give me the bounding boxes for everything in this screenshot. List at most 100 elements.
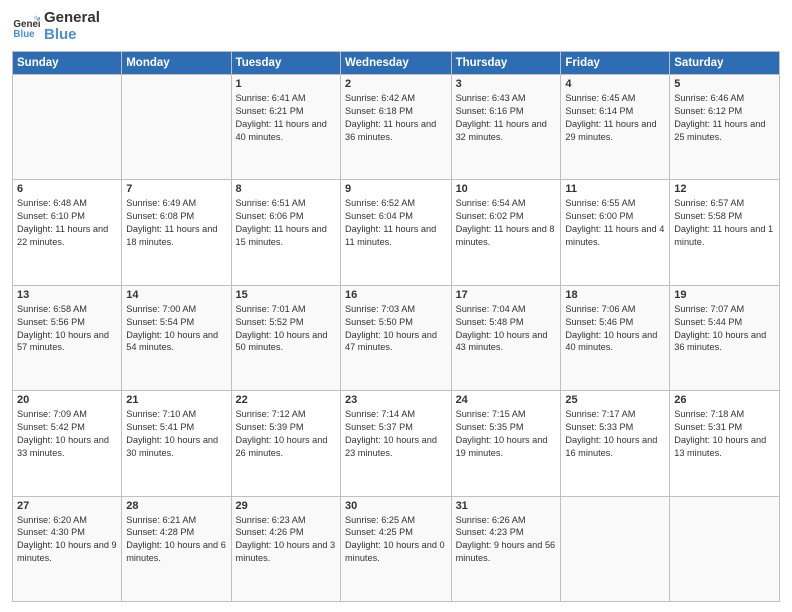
logo-text-line1: General xyxy=(44,10,100,27)
day-info: Sunrise: 7:00 AM Sunset: 5:54 PM Dayligh… xyxy=(126,303,226,355)
day-info: Sunrise: 6:25 AM Sunset: 4:25 PM Dayligh… xyxy=(345,514,447,566)
calendar-header-saturday: Saturday xyxy=(670,52,780,75)
day-info: Sunrise: 7:01 AM Sunset: 5:52 PM Dayligh… xyxy=(236,303,336,355)
calendar-cell: 18Sunrise: 7:06 AM Sunset: 5:46 PM Dayli… xyxy=(561,285,670,390)
day-number: 11 xyxy=(565,183,665,195)
logo-icon: General Blue xyxy=(12,13,40,41)
calendar-cell: 29 Sunrise: 6:23 AM Sunset: 4:26 PM Dayli… xyxy=(231,496,340,601)
day-number: 28 xyxy=(126,500,226,512)
day-info: Sunrise: 6:43 AM Sunset: 6:16 PM Dayligh… xyxy=(456,92,557,144)
calendar-week-5: 27 Sunrise: 6:20 AM Sunset: 4:30 PM Dayli… xyxy=(13,496,780,601)
calendar-cell: 13 Sunrise: 6:58 AM Sunset: 5:56 PM Dayli… xyxy=(13,285,122,390)
day-number: 9 xyxy=(345,183,447,195)
day-info: Sunrise: 6:26 AM Sunset: 4:23 PM Dayligh… xyxy=(456,514,557,566)
calendar-cell: 3 Sunrise: 6:43 AM Sunset: 6:16 PM Daylig… xyxy=(451,75,561,180)
day-number: 12 xyxy=(674,183,775,195)
day-info: Sunrise: 7:06 AM Sunset: 5:46 PM Dayligh… xyxy=(565,303,665,355)
calendar-cell: 10 Sunrise: 6:54 AM Sunset: 6:02 PM Dayli… xyxy=(451,180,561,285)
calendar-cell: 9Sunrise: 6:52 AM Sunset: 6:04 PM Daylig… xyxy=(341,180,452,285)
calendar-cell xyxy=(13,75,122,180)
calendar-table: SundayMondayTuesdayWednesdayThursdayFrid… xyxy=(12,51,780,602)
svg-text:Blue: Blue xyxy=(13,28,35,39)
calendar-cell: 14 Sunrise: 7:00 AM Sunset: 5:54 PM Dayli… xyxy=(122,285,231,390)
calendar-cell: 30 Sunrise: 6:25 AM Sunset: 4:25 PM Dayli… xyxy=(341,496,452,601)
calendar-cell: 22 Sunrise: 7:12 AM Sunset: 5:39 PM Dayli… xyxy=(231,391,340,496)
calendar-cell: 28 Sunrise: 6:21 AM Sunset: 4:28 PM Dayli… xyxy=(122,496,231,601)
day-number: 24 xyxy=(456,394,557,406)
calendar-cell: 4 Sunrise: 6:45 AM Sunset: 6:14 PM Daylig… xyxy=(561,75,670,180)
logo: General Blue General Blue xyxy=(12,10,100,43)
day-info: Sunrise: 6:51 AM Sunset: 6:06 PM Dayligh… xyxy=(236,197,336,249)
day-number: 30 xyxy=(345,500,447,512)
calendar-header-sunday: Sunday xyxy=(13,52,122,75)
calendar-header-tuesday: Tuesday xyxy=(231,52,340,75)
calendar-week-3: 13 Sunrise: 6:58 AM Sunset: 5:56 PM Dayli… xyxy=(13,285,780,390)
day-number: 4 xyxy=(565,78,665,90)
calendar-cell: 20 Sunrise: 7:09 AM Sunset: 5:42 PM Dayli… xyxy=(13,391,122,496)
day-info: Sunrise: 6:46 AM Sunset: 6:12 PM Dayligh… xyxy=(674,92,775,144)
calendar-header-row: SundayMondayTuesdayWednesdayThursdayFrid… xyxy=(13,52,780,75)
day-number: 31 xyxy=(456,500,557,512)
day-info: Sunrise: 6:20 AM Sunset: 4:30 PM Dayligh… xyxy=(17,514,117,566)
day-number: 22 xyxy=(236,394,336,406)
day-number: 13 xyxy=(17,289,117,301)
day-number: 14 xyxy=(126,289,226,301)
day-number: 23 xyxy=(345,394,447,406)
day-info: Sunrise: 7:18 AM Sunset: 5:31 PM Dayligh… xyxy=(674,408,775,460)
day-number: 10 xyxy=(456,183,557,195)
calendar-cell: 7Sunrise: 6:49 AM Sunset: 6:08 PM Daylig… xyxy=(122,180,231,285)
calendar-cell xyxy=(561,496,670,601)
day-info: Sunrise: 6:58 AM Sunset: 5:56 PM Dayligh… xyxy=(17,303,117,355)
day-info: Sunrise: 6:55 AM Sunset: 6:00 PM Dayligh… xyxy=(565,197,665,249)
day-info: Sunrise: 7:12 AM Sunset: 5:39 PM Dayligh… xyxy=(236,408,336,460)
calendar-header-monday: Monday xyxy=(122,52,231,75)
day-number: 20 xyxy=(17,394,117,406)
day-number: 2 xyxy=(345,78,447,90)
day-number: 6 xyxy=(17,183,117,195)
day-info: Sunrise: 7:17 AM Sunset: 5:33 PM Dayligh… xyxy=(565,408,665,460)
calendar-cell xyxy=(670,496,780,601)
calendar-cell: 31 Sunrise: 6:26 AM Sunset: 4:23 PM Dayli… xyxy=(451,496,561,601)
day-number: 25 xyxy=(565,394,665,406)
day-info: Sunrise: 7:14 AM Sunset: 5:37 PM Dayligh… xyxy=(345,408,447,460)
calendar-week-4: 20 Sunrise: 7:09 AM Sunset: 5:42 PM Dayli… xyxy=(13,391,780,496)
day-info: Sunrise: 6:23 AM Sunset: 4:26 PM Dayligh… xyxy=(236,514,336,566)
calendar-cell: 8 Sunrise: 6:51 AM Sunset: 6:06 PM Daylig… xyxy=(231,180,340,285)
calendar-cell: 5 Sunrise: 6:46 AM Sunset: 6:12 PM Daylig… xyxy=(670,75,780,180)
day-info: Sunrise: 6:54 AM Sunset: 6:02 PM Dayligh… xyxy=(456,197,557,249)
calendar-cell: 2 Sunrise: 6:42 AM Sunset: 6:18 PM Daylig… xyxy=(341,75,452,180)
day-info: Sunrise: 6:42 AM Sunset: 6:18 PM Dayligh… xyxy=(345,92,447,144)
day-number: 8 xyxy=(236,183,336,195)
day-info: Sunrise: 7:09 AM Sunset: 5:42 PM Dayligh… xyxy=(17,408,117,460)
day-info: Sunrise: 6:49 AM Sunset: 6:08 PM Dayligh… xyxy=(126,197,226,249)
day-info: Sunrise: 7:10 AM Sunset: 5:41 PM Dayligh… xyxy=(126,408,226,460)
logo-text-line2: Blue xyxy=(44,27,100,44)
day-number: 5 xyxy=(674,78,775,90)
calendar-week-2: 6 Sunrise: 6:48 AM Sunset: 6:10 PM Daylig… xyxy=(13,180,780,285)
day-info: Sunrise: 6:57 AM Sunset: 5:58 PM Dayligh… xyxy=(674,197,775,249)
day-number: 29 xyxy=(236,500,336,512)
calendar-cell: 1 Sunrise: 6:41 AM Sunset: 6:21 PM Daylig… xyxy=(231,75,340,180)
day-info: Sunrise: 6:45 AM Sunset: 6:14 PM Dayligh… xyxy=(565,92,665,144)
day-info: Sunrise: 6:41 AM Sunset: 6:21 PM Dayligh… xyxy=(236,92,336,144)
calendar-header-wednesday: Wednesday xyxy=(341,52,452,75)
calendar-header-thursday: Thursday xyxy=(451,52,561,75)
calendar-cell: 12 Sunrise: 6:57 AM Sunset: 5:58 PM Dayli… xyxy=(670,180,780,285)
calendar-cell: 24Sunrise: 7:15 AM Sunset: 5:35 PM Dayli… xyxy=(451,391,561,496)
calendar-cell xyxy=(122,75,231,180)
calendar-cell: 15 Sunrise: 7:01 AM Sunset: 5:52 PM Dayli… xyxy=(231,285,340,390)
day-number: 3 xyxy=(456,78,557,90)
calendar-cell: 19Sunrise: 7:07 AM Sunset: 5:44 PM Dayli… xyxy=(670,285,780,390)
day-number: 21 xyxy=(126,394,226,406)
page-header: General Blue General Blue xyxy=(12,10,780,43)
day-number: 15 xyxy=(236,289,336,301)
calendar-cell: 17Sunrise: 7:04 AM Sunset: 5:48 PM Dayli… xyxy=(451,285,561,390)
calendar-cell: 25 Sunrise: 7:17 AM Sunset: 5:33 PM Dayli… xyxy=(561,391,670,496)
day-number: 1 xyxy=(236,78,336,90)
day-info: Sunrise: 7:04 AM Sunset: 5:48 PM Dayligh… xyxy=(456,303,557,355)
day-info: Sunrise: 6:48 AM Sunset: 6:10 PM Dayligh… xyxy=(17,197,117,249)
day-number: 27 xyxy=(17,500,117,512)
calendar-cell: 21 Sunrise: 7:10 AM Sunset: 5:41 PM Dayli… xyxy=(122,391,231,496)
day-info: Sunrise: 6:21 AM Sunset: 4:28 PM Dayligh… xyxy=(126,514,226,566)
calendar-cell: 23 Sunrise: 7:14 AM Sunset: 5:37 PM Dayli… xyxy=(341,391,452,496)
